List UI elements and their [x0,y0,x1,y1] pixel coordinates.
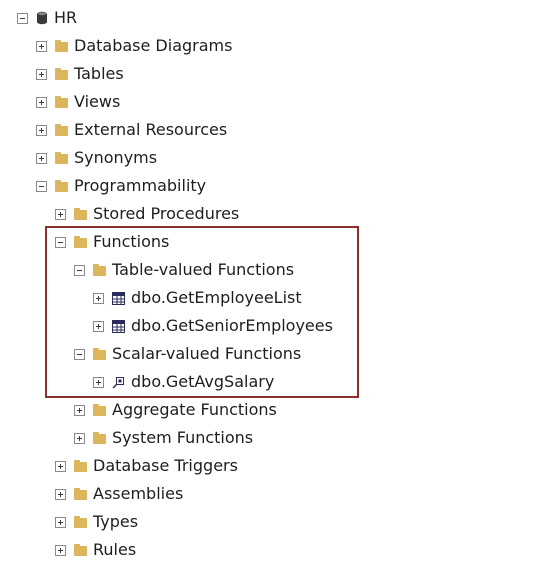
tree-node-external-resources[interactable]: External Resources [36,118,227,142]
expand-icon[interactable] [55,208,66,220]
object-explorer-tree: HR Database Diagrams Tables Views Extern… [0,0,539,562]
expand-icon[interactable] [55,516,66,528]
tree-node-label: Assemblies [93,484,184,503]
tree-node-get-avg-salary[interactable]: dbo.GetAvgSalary [93,370,274,394]
tree-node-label: dbo.GetSeniorEmployees [131,316,333,335]
tree-node-get-employee-list[interactable]: dbo.GetEmployeeList [93,286,302,310]
expand-icon[interactable] [93,292,104,304]
folder-icon [74,207,87,220]
expand-icon[interactable] [36,152,47,164]
collapse-icon[interactable] [36,180,47,192]
collapse-icon[interactable] [55,236,66,248]
tree-node-rules[interactable]: Rules [55,538,136,562]
folder-icon [55,123,68,136]
folder-icon [55,179,68,192]
tree-node-label: Functions [93,232,170,251]
tree-node-scalar-valued-functions[interactable]: Scalar-valued Functions [74,342,301,366]
expand-icon[interactable] [93,320,104,332]
tree-node-label: Database Diagrams [74,36,233,55]
folder-icon [74,543,87,556]
expand-icon[interactable] [55,488,66,500]
tree-node-views[interactable]: Views [36,90,120,114]
folder-icon [55,95,68,108]
folder-icon [74,487,87,500]
tree-node-database-diagrams[interactable]: Database Diagrams [36,34,232,58]
tree-node-tables[interactable]: Tables [36,62,124,86]
tree-node-label: Programmability [74,176,207,195]
tree-node-programmability[interactable]: Programmability [36,174,206,198]
expand-icon[interactable] [36,96,47,108]
tree-node-label: dbo.GetEmployeeList [131,288,302,307]
folder-icon [74,515,87,528]
tree-node-get-senior-employees[interactable]: dbo.GetSeniorEmployees [93,314,333,338]
tree-node-hr[interactable]: HR [17,6,77,30]
tree-node-stored-procedures[interactable]: Stored Procedures [55,202,239,226]
tree-node-label: External Resources [74,120,228,139]
folder-icon [93,403,106,416]
folder-icon [93,431,106,444]
tree-node-table-valued-functions[interactable]: Table-valued Functions [74,258,294,282]
tree-node-system-functions[interactable]: System Functions [74,426,253,450]
tree-node-functions[interactable]: Functions [55,230,169,254]
folder-icon [74,235,87,248]
tree-node-label: Table-valued Functions [112,260,295,279]
tree-node-label: System Functions [112,428,254,447]
tree-node-label: Types [93,512,139,531]
expand-icon[interactable] [55,460,66,472]
tree-node-synonyms[interactable]: Synonyms [36,146,157,170]
expand-icon[interactable] [74,404,85,416]
folder-icon [55,67,68,80]
tree-node-label: Aggregate Functions [112,400,277,419]
tree-node-assemblies[interactable]: Assemblies [55,482,183,506]
collapse-icon[interactable] [74,264,85,276]
collapse-icon[interactable] [17,12,28,24]
expand-icon[interactable] [36,40,47,52]
tree-node-label: Database Triggers [93,456,238,475]
collapse-icon[interactable] [74,348,85,360]
expand-icon[interactable] [36,68,47,80]
scalar-function-icon [112,376,124,389]
expand-icon[interactable] [74,432,85,444]
tree-node-label: Rules [93,540,137,559]
folder-icon [74,459,87,472]
folder-icon [55,151,68,164]
tree-node-aggregate-functions[interactable]: Aggregate Functions [74,398,277,422]
tree-node-label: Tables [74,64,124,83]
tree-node-label: Scalar-valued Functions [112,344,302,363]
table-function-icon [112,319,125,333]
expand-icon[interactable] [36,124,47,136]
tree-node-label: Stored Procedures [93,204,240,223]
folder-icon [93,263,106,276]
tree-node-label: HR [54,8,78,27]
tree-node-label: dbo.GetAvgSalary [131,372,275,391]
tree-node-types[interactable]: Types [55,510,138,534]
tree-node-label: Views [74,92,121,111]
expand-icon[interactable] [55,544,66,556]
tree-node-database-triggers[interactable]: Database Triggers [55,454,238,478]
expand-icon[interactable] [93,376,104,388]
database-icon [37,11,47,25]
folder-icon [55,39,68,52]
folder-icon [93,347,106,360]
tree-node-label: Synonyms [74,148,158,167]
table-function-icon [112,291,125,305]
